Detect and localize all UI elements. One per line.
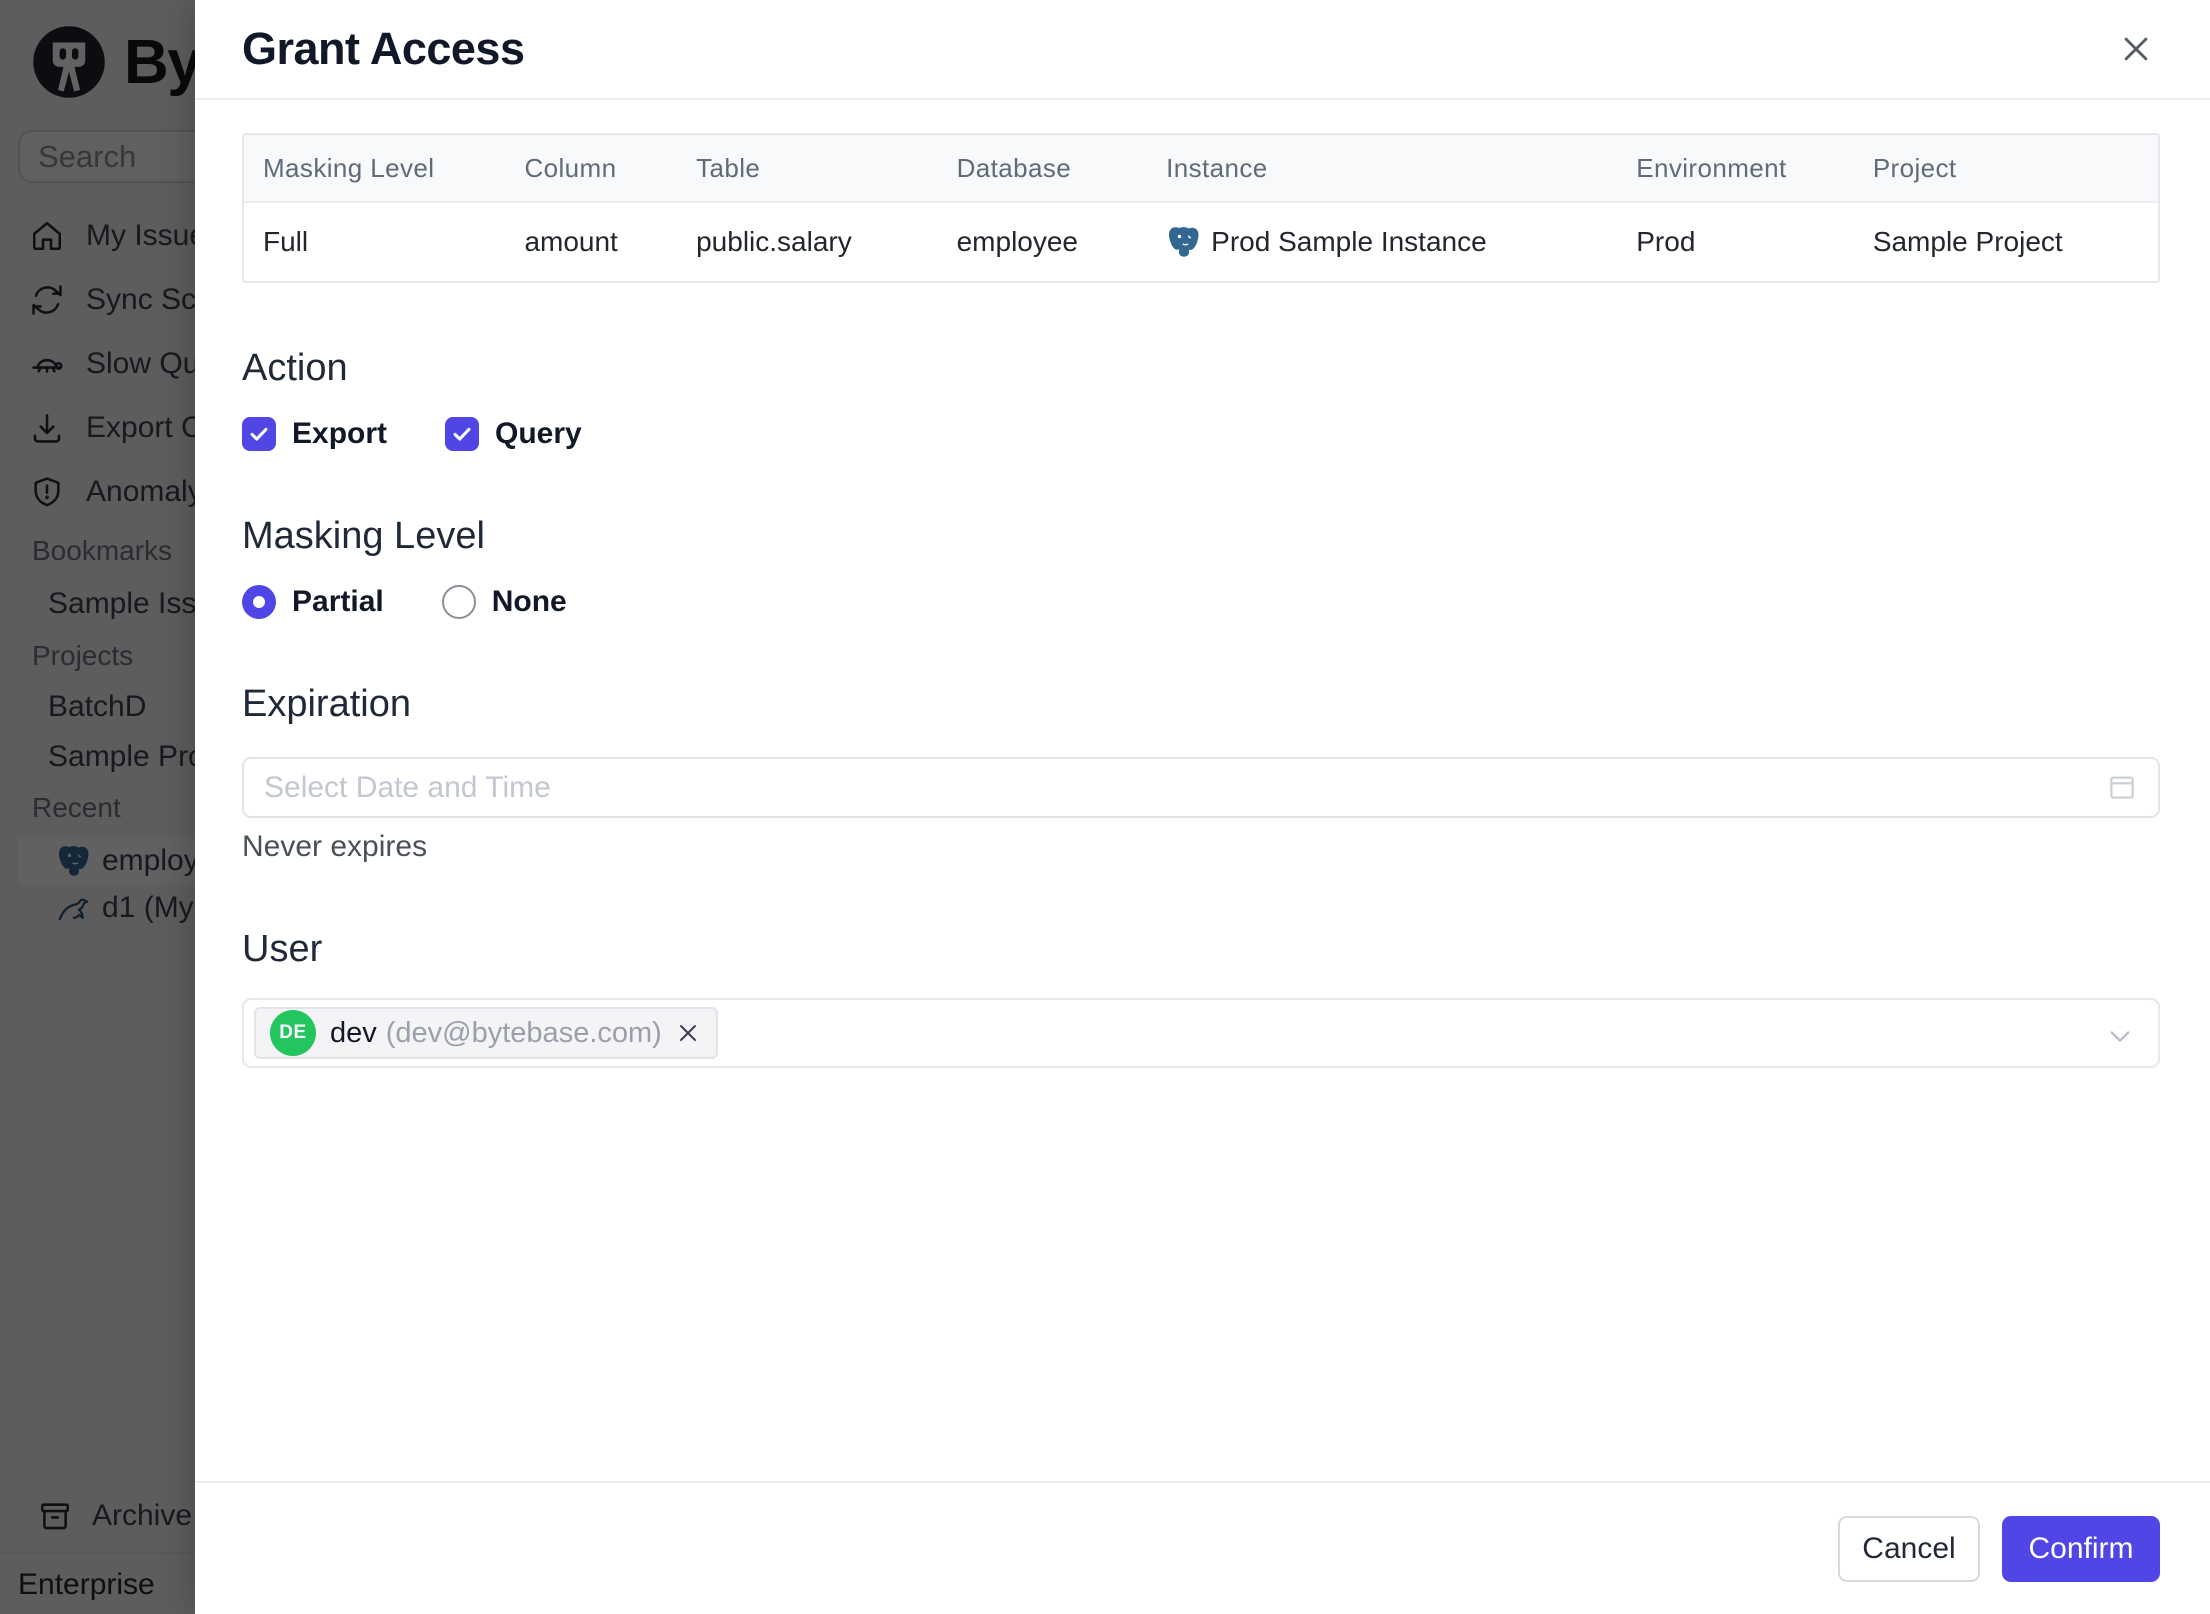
none-radio-option[interactable]: None: [441, 585, 567, 619]
query-label: Query: [495, 417, 582, 450]
modal-body: Masking Level Column Table Database Inst…: [195, 100, 2210, 1481]
cell-column: amount: [524, 226, 618, 257]
cell-database: employee: [956, 226, 1078, 257]
avatar: DE: [270, 1010, 316, 1056]
remove-user-button[interactable]: [676, 1020, 702, 1046]
user-tag: DE dev (dev@bytebase.com): [254, 1007, 718, 1059]
cancel-button[interactable]: Cancel: [1838, 1515, 1980, 1582]
postgres-icon: [1169, 227, 1199, 257]
cell-masking-level: Full: [263, 226, 309, 257]
expiration-date-input[interactable]: [242, 757, 2160, 818]
export-checkbox-option[interactable]: Export: [242, 417, 387, 451]
masking-level-heading: Masking Level: [242, 515, 485, 557]
expiration-field-wrap: [242, 757, 2160, 818]
column-header: Masking Level: [263, 152, 435, 183]
modal-footer: Cancel Confirm: [195, 1481, 2210, 1614]
table-row: Full amount public.salary employee Prod …: [244, 201, 2158, 281]
cell-environment: Prod: [1636, 226, 1696, 257]
masking-options: Partial None: [242, 585, 2160, 619]
instance-name: Prod Sample Instance: [1211, 226, 1487, 257]
cell-instance: Prod Sample Instance: [1147, 203, 1617, 281]
column-header: Instance: [1166, 152, 1268, 183]
grant-table: Masking Level Column Table Database Inst…: [242, 133, 2160, 283]
modal-header: Grant Access: [195, 0, 2210, 100]
column-header: Project: [1872, 152, 1957, 183]
cell-project: Sample Project: [1872, 226, 2063, 257]
grant-access-modal: Grant Access Masking Level Column Table …: [195, 0, 2210, 1614]
radio-unselected-icon[interactable]: [441, 585, 476, 619]
user-heading: User: [242, 928, 323, 970]
column-header: Table: [696, 152, 761, 183]
partial-label: Partial: [292, 585, 384, 618]
column-header: Database: [956, 152, 1072, 183]
column-header: Column: [524, 152, 617, 183]
close-icon: [679, 1025, 696, 1041]
export-label: Export: [292, 417, 388, 450]
checkbox-checked-icon[interactable]: [445, 417, 480, 451]
radio-selected-icon[interactable]: [242, 585, 276, 619]
close-button[interactable]: [2114, 27, 2158, 71]
column-header: Environment: [1636, 152, 1787, 183]
confirm-button[interactable]: Confirm: [2002, 1515, 2160, 1582]
action-options: Export Query: [242, 417, 2160, 451]
partial-radio-option[interactable]: Partial: [242, 585, 384, 619]
user-name: dev: [330, 1016, 377, 1049]
modal-backdrop[interactable]: [0, 0, 195, 1614]
user-select[interactable]: DE dev (dev@bytebase.com): [242, 998, 2160, 1068]
sidebar: Bytebase My Issues Sync Schema Slow Quer: [0, 0, 195, 1614]
user-email: (dev@bytebase.com): [385, 1016, 662, 1049]
cell-table: public.salary: [696, 226, 852, 257]
query-checkbox-option[interactable]: Query: [445, 417, 582, 451]
modal-title: Grant Access: [242, 23, 525, 74]
expiration-heading: Expiration: [242, 683, 411, 725]
checkbox-checked-icon[interactable]: [242, 417, 276, 451]
close-icon: [2124, 37, 2148, 61]
never-expires-note: Never expires: [242, 830, 428, 863]
calendar-icon[interactable]: [2106, 771, 2138, 803]
action-heading: Action: [242, 347, 348, 389]
none-label: None: [491, 585, 567, 618]
table-header-row: Masking Level Column Table Database Inst…: [244, 135, 2158, 201]
chevron-down-icon[interactable]: [2106, 1022, 2134, 1050]
